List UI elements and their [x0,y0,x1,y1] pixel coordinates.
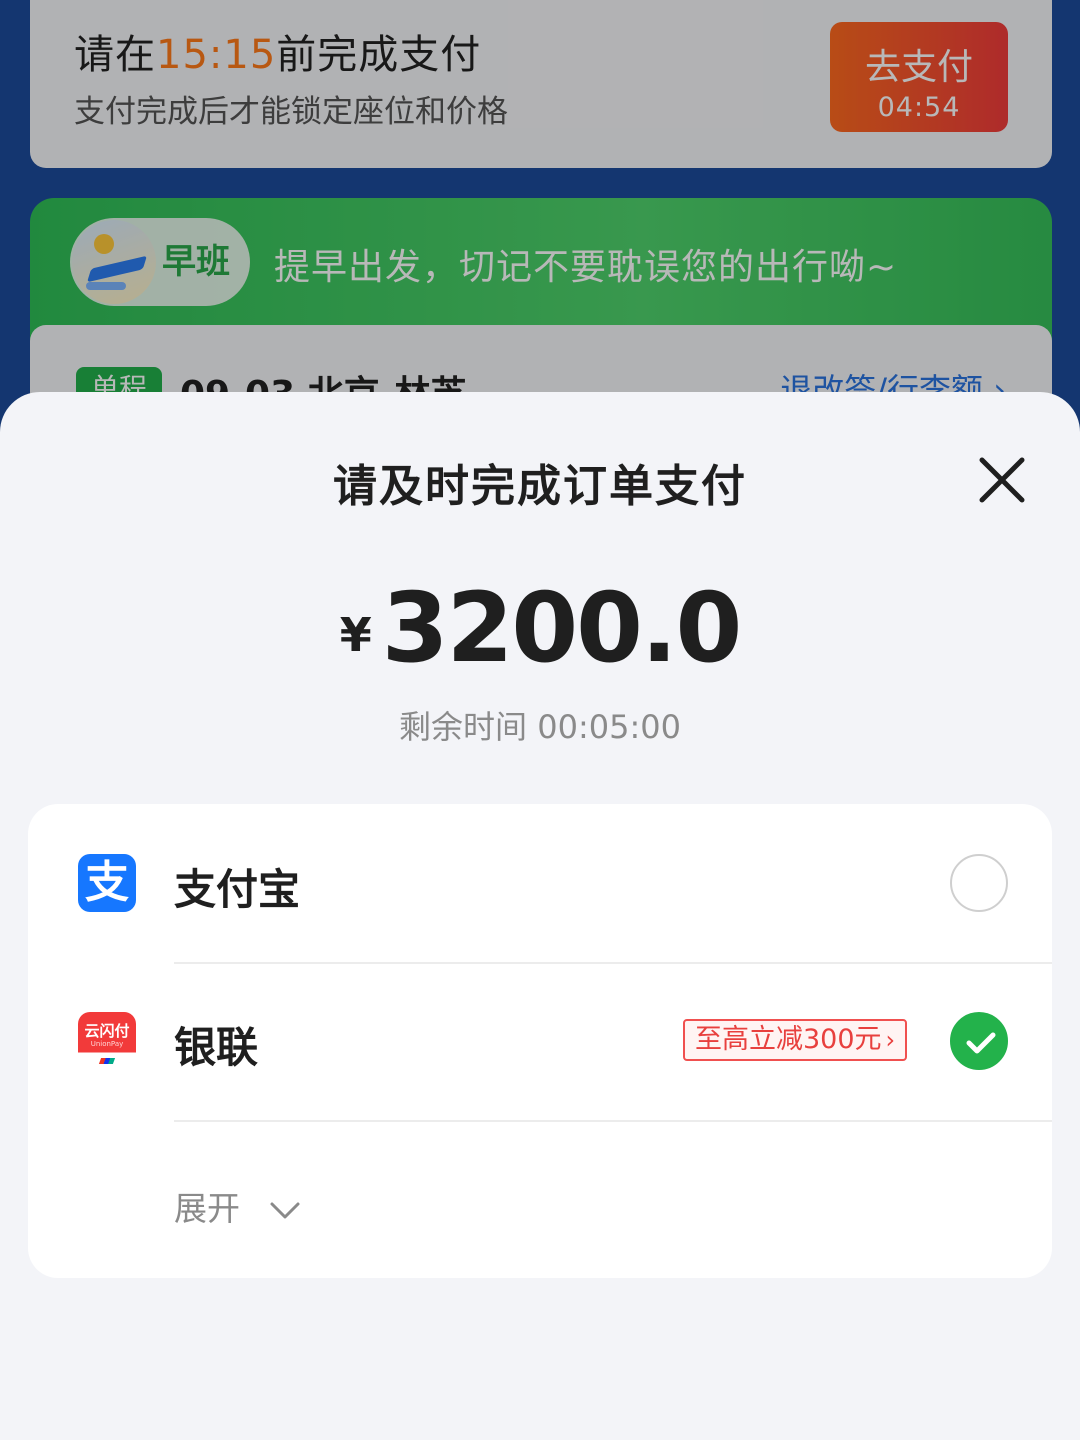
currency-symbol: ¥ [339,608,372,662]
checkmark-icon [966,1032,996,1054]
payment-method-name: 银联 [174,1023,259,1072]
chevron-right-icon: › [885,1026,896,1054]
unionpay-radio-checked[interactable] [950,1012,1008,1070]
expand-methods-button[interactable]: 展开 [174,1182,301,1230]
payment-methods-card: 支 支付宝 云闪付 UnionPay 银联 至高立减300元 › 展开 [28,804,1052,1278]
amount-value: 3200.0 [381,572,742,684]
close-icon [979,457,1025,503]
payment-method-unionpay[interactable]: 云闪付 UnionPay 银联 至高立减300元 › [28,962,1052,1120]
remaining-time: 剩余时间 00:05:00 [0,702,1080,748]
alipay-radio[interactable] [950,854,1008,912]
close-button[interactable] [970,448,1034,512]
unionpay-icon-subtext: UnionPay [90,1040,124,1048]
payment-sheet: 请及时完成订单支付 ¥3200.0 剩余时间 00:05:00 支 支付宝 云闪… [0,392,1080,1440]
payment-method-name: 支付宝 [174,865,301,914]
divider [174,1120,1052,1122]
unionpay-icon-text: 云闪付 [84,1022,130,1040]
promo-text: 至高立减300元 [695,1024,882,1055]
alipay-icon-glyph: 支 [85,857,129,908]
payment-amount: ¥3200.0 [0,572,1080,684]
chevron-down-icon [270,1202,299,1218]
remaining-time-value: 00:05:00 [537,708,681,746]
unionpay-icon: 云闪付 UnionPay [78,1012,136,1070]
payment-method-alipay[interactable]: 支 支付宝 [28,804,1052,962]
promo-badge[interactable]: 至高立减300元 › [683,1019,908,1061]
remaining-time-label: 剩余时间 [399,708,528,746]
alipay-icon: 支 [78,854,136,912]
expand-label: 展开 [174,1189,240,1228]
sheet-title: 请及时完成订单支付 [333,461,747,512]
